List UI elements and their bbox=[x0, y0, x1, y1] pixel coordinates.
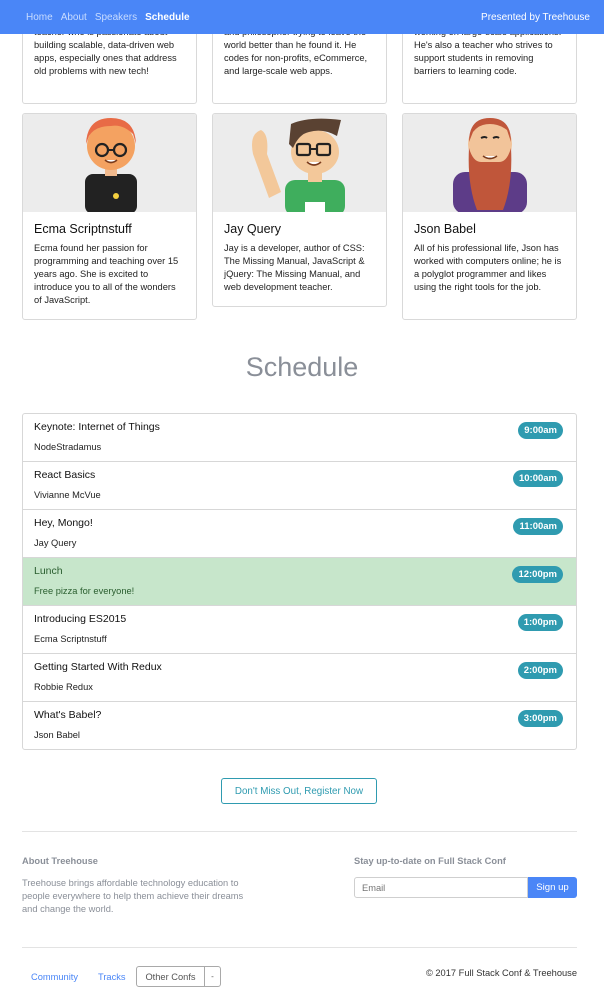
speaker-card-jay: Jay Query Jay is a developer, author of … bbox=[212, 113, 387, 307]
session-speaker: Robbie Redux bbox=[34, 682, 93, 692]
time-badge: 11:00am bbox=[513, 518, 563, 535]
schedule-item[interactable]: Getting Started With Redux Robbie Redux … bbox=[23, 654, 576, 702]
divider bbox=[22, 831, 577, 832]
top-navbar: Home About Speakers Schedule Presented b… bbox=[0, 0, 604, 34]
session-title: Getting Started With Redux bbox=[34, 661, 162, 673]
speaker-name: Ecma Scriptnstuff bbox=[34, 222, 132, 236]
session-title: React Basics bbox=[34, 469, 96, 481]
speaker-name: Json Babel bbox=[414, 222, 476, 236]
session-speaker: NodeStradamus bbox=[34, 442, 102, 452]
time-badge: 9:00am bbox=[518, 422, 563, 439]
speaker-card-ecma: Ecma Scriptnstuff Ecma found her passion… bbox=[22, 113, 197, 320]
time-badge: 2:00pm bbox=[517, 662, 563, 679]
session-speaker: Json Babel bbox=[34, 730, 80, 740]
session-speaker: Ecma Scriptnstuff bbox=[34, 634, 107, 644]
speaker-avatar bbox=[213, 114, 386, 212]
dropdown-caret-icon[interactable]: - bbox=[205, 967, 220, 986]
session-speaker: Vivianne McVue bbox=[34, 490, 101, 500]
time-badge: 12:00pm bbox=[512, 566, 563, 583]
about-heading: About Treehouse bbox=[22, 856, 98, 866]
divider bbox=[22, 947, 577, 948]
session-speaker: Jay Query bbox=[34, 538, 77, 548]
speaker-name: Jay Query bbox=[224, 222, 281, 236]
speaker-avatar bbox=[403, 114, 576, 212]
session-title: Keynote: Internet of Things bbox=[34, 421, 160, 433]
nav-schedule[interactable]: Schedule bbox=[145, 12, 189, 23]
session-title: Lunch bbox=[34, 565, 63, 577]
speaker-bio: Ecma found her passion for programming a… bbox=[34, 243, 179, 305]
register-button[interactable]: Don't Miss Out, Register Now bbox=[221, 778, 377, 804]
speaker-bio: All of his professional life, Json has w… bbox=[414, 243, 562, 292]
schedule-item[interactable]: React Basics Vivianne McVue 10:00am bbox=[23, 462, 576, 510]
nav-speakers[interactable]: Speakers bbox=[95, 12, 137, 23]
time-badge: 10:00am bbox=[512, 470, 563, 487]
nav-home[interactable]: Home bbox=[26, 12, 53, 23]
other-confs-dropdown[interactable]: Other Confs - bbox=[136, 966, 221, 987]
session-title: Introducing ES2015 bbox=[34, 613, 127, 625]
schedule-item[interactable]: Keynote: Internet of Things NodeStradamu… bbox=[23, 414, 576, 462]
footer-link-tracks[interactable]: Tracks bbox=[98, 972, 126, 982]
schedule-item[interactable]: Introducing ES2015 Ecma Scriptnstuff 1:0… bbox=[23, 606, 576, 654]
speaker-card-json: Json Babel All of his professional life,… bbox=[402, 113, 577, 320]
schedule-item-lunch[interactable]: Lunch Free pizza for everyone! 12:00pm bbox=[23, 558, 576, 606]
time-badge: 1:00pm bbox=[517, 614, 563, 631]
footer-link-community[interactable]: Community bbox=[31, 972, 78, 982]
session-title: Hey, Mongo! bbox=[34, 517, 93, 529]
schedule-list: Keynote: Internet of Things NodeStradamu… bbox=[22, 413, 577, 750]
presented-by: Presented by Treehouse bbox=[481, 11, 590, 23]
time-badge: 3:00pm bbox=[517, 710, 563, 727]
about-text: Treehouse brings affordable technology e… bbox=[22, 878, 244, 914]
signup-button[interactable]: Sign up bbox=[528, 877, 577, 898]
speaker-bio: Jay is a developer, author of CSS: The M… bbox=[224, 243, 365, 292]
schedule-heading: Schedule bbox=[245, 352, 359, 382]
copyright: © 2017 Full Stack Conf & Treehouse bbox=[425, 968, 577, 978]
newsletter-heading: Stay up-to-date on Full Stack Conf bbox=[354, 856, 506, 866]
session-title: What's Babel? bbox=[34, 709, 102, 721]
speaker-avatar bbox=[23, 114, 196, 212]
schedule-item[interactable]: What's Babel? Json Babel 3:00pm bbox=[23, 702, 576, 749]
email-input[interactable] bbox=[354, 877, 528, 898]
session-speaker: Free pizza for everyone! bbox=[34, 586, 135, 596]
schedule-item[interactable]: Hey, Mongo! Jay Query 11:00am bbox=[23, 510, 576, 558]
other-confs-label[interactable]: Other Confs bbox=[137, 967, 205, 986]
nav-about[interactable]: About bbox=[61, 12, 87, 23]
